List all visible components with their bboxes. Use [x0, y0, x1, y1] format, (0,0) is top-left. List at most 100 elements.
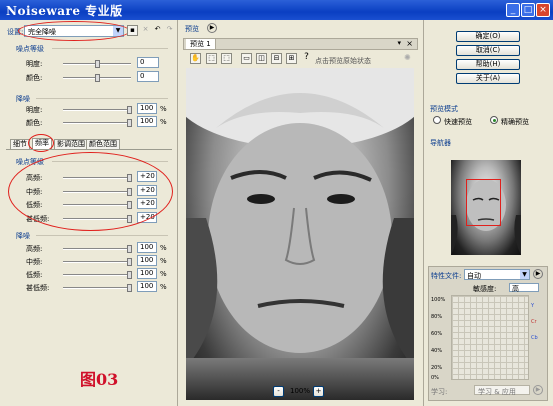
reduction-luma-input[interactable]: 100: [137, 103, 157, 114]
freq-reduction-low-label: 低频:: [26, 271, 43, 279]
tab-preview-1[interactable]: 预览 1: [186, 39, 216, 49]
freq-reduction-mid-input[interactable]: 100: [137, 255, 157, 266]
slider-thumb[interactable]: [127, 284, 132, 292]
slider-thumb[interactable]: [127, 271, 132, 279]
reduction-luma-label: 明度:: [26, 106, 43, 114]
slider-thumb[interactable]: [95, 60, 100, 68]
tab-tonal-range[interactable]: 影调范围: [54, 139, 88, 149]
slider-thumb[interactable]: [127, 106, 132, 114]
sensitivity-label: 敏感度:: [473, 285, 497, 293]
slider-thumb[interactable]: [95, 74, 100, 82]
preview-section-title: 预览: [185, 25, 199, 33]
tab-divider: [6, 149, 172, 150]
zoom-out-button[interactable]: -: [273, 386, 284, 397]
channel-label: Cr: [531, 319, 537, 325]
noise-level-chroma-slider[interactable]: [63, 74, 131, 82]
slider-thumb[interactable]: [127, 119, 132, 127]
freq-reduction-high-slider[interactable]: [63, 245, 132, 253]
sensitivity-value: 高: [512, 285, 519, 293]
undo-icon[interactable]: ↶: [152, 25, 163, 36]
percent-unit: %: [160, 118, 167, 126]
right-panel: 确定(O) 取消(C) 帮助(H) 关于(A) 预览模式 快速预览 精确预览 导…: [423, 20, 553, 406]
tab-detail[interactable]: 细节: [10, 139, 30, 149]
chevron-down-icon[interactable]: ▾: [397, 39, 401, 47]
preview-panel: 预览 ▶ 预览 1 ▾ × ✋ ⬚ ⬚ ▭ ◫ ⊟ ⊞ ? 点击预览原始状态 ✺…: [179, 20, 422, 406]
profile-select-value: 自动: [467, 272, 481, 280]
minimize-button[interactable]: _: [506, 3, 520, 17]
profile-graph: [451, 295, 529, 380]
group-divider: [36, 98, 168, 99]
learn-select[interactable]: 学习 & 应用: [474, 385, 530, 396]
noise-level-luma-label: 明度:: [26, 60, 43, 68]
marquee-add-icon[interactable]: ⬚: [221, 53, 232, 64]
tab-color-range[interactable]: 颜色范围: [86, 139, 120, 149]
slider-thumb[interactable]: [127, 245, 132, 253]
percent-unit: %: [160, 244, 167, 252]
redo-icon[interactable]: ↷: [164, 25, 175, 36]
slider-thumb[interactable]: [127, 258, 132, 266]
profile-box: 特性文件: 自动 ▼ ▶ 敏感度: 高 100% 80% 60% 40% 20%…: [428, 266, 548, 401]
close-icon[interactable]: ×: [406, 39, 413, 48]
help-button[interactable]: 帮助(H): [456, 59, 520, 70]
y-tick: 40%: [431, 348, 443, 354]
view-quad-icon[interactable]: ⊞: [286, 53, 297, 64]
arrow-right-icon[interactable]: ▶: [207, 23, 217, 33]
reduction-luma-slider[interactable]: [63, 106, 132, 114]
fast-preview-radio[interactable]: [433, 116, 441, 124]
freq-reduction-title: 降噪: [16, 232, 30, 240]
noise-reduction-title: 降噪: [16, 95, 30, 103]
view-split-horizontal-icon[interactable]: ⊟: [271, 53, 282, 64]
help-icon[interactable]: ?: [301, 53, 312, 64]
annotation-circle: [18, 21, 130, 41]
percent-unit: %: [160, 105, 167, 113]
marquee-icon[interactable]: ⬚: [206, 53, 217, 64]
freq-reduction-vlow-slider[interactable]: [63, 284, 132, 292]
close-button[interactable]: ×: [536, 3, 550, 17]
preview-mode-title: 预览模式: [430, 105, 458, 113]
accurate-preview-radio[interactable]: [490, 116, 498, 124]
preview-tabbar: 预览 1 ▾ ×: [183, 38, 418, 50]
maximize-button[interactable]: □: [521, 3, 535, 17]
noise-level-chroma-input[interactable]: 0: [137, 71, 159, 82]
learn-select-value: 学习 & 应用: [478, 388, 516, 396]
y-tick: 80%: [431, 314, 443, 320]
delete-icon[interactable]: ×: [140, 25, 151, 36]
reduction-chroma-input[interactable]: 100: [137, 116, 157, 127]
freq-reduction-vlow-input[interactable]: 100: [137, 281, 157, 292]
preview-image[interactable]: [186, 68, 414, 400]
hand-icon[interactable]: ✋: [190, 53, 201, 64]
freq-reduction-high-input[interactable]: 100: [137, 242, 157, 253]
noise-level-luma-input[interactable]: 0: [137, 57, 159, 68]
sensitivity-select[interactable]: 高: [509, 283, 539, 293]
view-single-icon[interactable]: ▭: [241, 53, 252, 64]
cancel-button[interactable]: 取消(C): [456, 45, 520, 56]
reduction-chroma-label: 颜色:: [26, 119, 43, 127]
group-divider: [36, 235, 168, 236]
freq-reduction-mid-slider[interactable]: [63, 258, 132, 266]
profile-select[interactable]: 自动 ▼: [464, 269, 530, 280]
face-photo: [186, 68, 414, 368]
y-tick: 20%: [431, 365, 443, 371]
save-icon[interactable]: ▪: [127, 25, 138, 36]
view-split-vertical-icon[interactable]: ◫: [256, 53, 267, 64]
reduction-chroma-slider[interactable]: [63, 119, 132, 127]
freq-reduction-mid-label: 中频:: [26, 258, 43, 266]
ok-button[interactable]: 确定(O): [456, 31, 520, 42]
percent-unit: %: [160, 283, 167, 291]
channel-label: Y: [531, 303, 535, 309]
annotation-circle: [8, 152, 173, 231]
channel-label: Cb: [531, 335, 538, 341]
navigator-viewport-rect[interactable]: [466, 179, 501, 226]
freq-reduction-low-input[interactable]: 100: [137, 268, 157, 279]
zoom-level: 100%: [290, 387, 311, 395]
noise-level-title: 噪点等级: [16, 45, 44, 53]
group-divider: [52, 48, 168, 49]
noise-level-luma-slider[interactable]: [63, 60, 131, 68]
navigator-thumbnail[interactable]: [451, 160, 521, 255]
arrow-right-icon[interactable]: ▶: [533, 385, 543, 395]
accurate-preview-label: 精确预览: [501, 118, 529, 126]
freq-reduction-low-slider[interactable]: [63, 271, 132, 279]
zoom-in-button[interactable]: +: [313, 386, 324, 397]
about-button[interactable]: 关于(A): [456, 73, 520, 84]
arrow-right-icon[interactable]: ▶: [533, 269, 543, 279]
